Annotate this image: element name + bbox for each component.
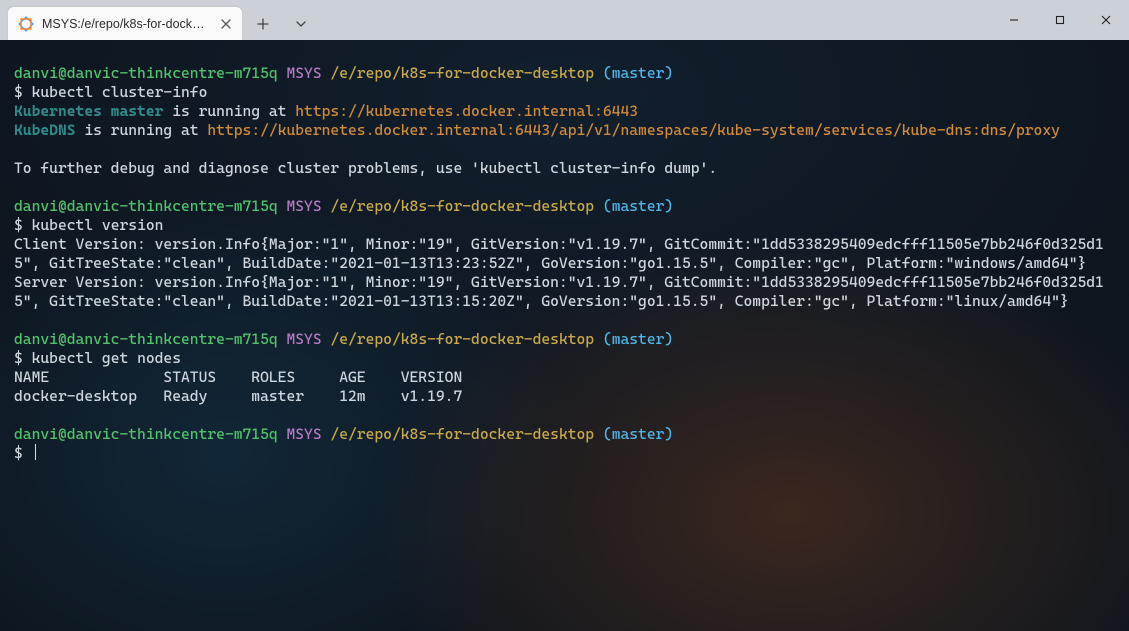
svc1-mid: is running at	[163, 102, 295, 120]
prompt-branch: (master)	[603, 64, 673, 82]
prompt-env: MSYS	[286, 425, 321, 443]
svc1-url: https://kubernetes.docker.internal:6443	[295, 102, 638, 120]
terminal-output: danvi@danvic-thinkcentre-m715q MSYS /e/r…	[0, 40, 1129, 477]
prompt-user: danvi@danvic-thinkcentre-m715q	[14, 197, 278, 215]
prompt-cwd: /e/repo/k8s-for-docker-desktop	[330, 64, 594, 82]
svc2-url: https://kubernetes.docker.internal:6443/…	[207, 121, 1060, 139]
command-1: kubectl cluster-info	[32, 83, 208, 101]
titlebar: MSYS:/e/repo/k8s-for-docker-d	[0, 0, 1129, 40]
tab-close-button[interactable]	[218, 16, 234, 32]
prompt-branch: (master)	[603, 425, 673, 443]
new-tab-button[interactable]	[246, 7, 280, 40]
command-3: kubectl get nodes	[32, 349, 181, 367]
terminal-app-icon	[18, 16, 34, 32]
version-client: Client Version: version.Info{Major:"1", …	[14, 235, 1104, 272]
prompt-cwd: /e/repo/k8s-for-docker-desktop	[330, 197, 594, 215]
svc-kubernetes-master: Kubernetes master	[14, 102, 163, 120]
minimize-button[interactable]	[991, 0, 1037, 40]
tab-bar: MSYS:/e/repo/k8s-for-docker-d	[0, 0, 318, 40]
tab-title: MSYS:/e/repo/k8s-for-docker-d	[42, 17, 210, 31]
tab-active[interactable]: MSYS:/e/repo/k8s-for-docker-d	[8, 7, 242, 40]
prompt-sigil: $	[14, 83, 23, 101]
nodes-header: NAME STATUS ROLES AGE VERSION	[14, 368, 462, 386]
maximize-button[interactable]	[1037, 0, 1083, 40]
prompt-user: danvi@danvic-thinkcentre-m715q	[14, 330, 278, 348]
terminal-pane[interactable]: danvi@danvic-thinkcentre-m715q MSYS /e/r…	[0, 40, 1129, 631]
close-window-button[interactable]	[1083, 0, 1129, 40]
prompt-user: danvi@danvic-thinkcentre-m715q	[14, 425, 278, 443]
prompt-cwd: /e/repo/k8s-for-docker-desktop	[330, 330, 594, 348]
tab-dropdown-button[interactable]	[284, 7, 318, 40]
svc2-mid: is running at	[76, 121, 208, 139]
version-server: Server Version: version.Info{Major:"1", …	[14, 273, 1104, 310]
prompt-user: danvi@danvic-thinkcentre-m715q	[14, 64, 278, 82]
svc-kubedns: KubeDNS	[14, 121, 76, 139]
nodes-row: docker-desktop Ready master 12m v1.19.7	[14, 387, 462, 405]
prompt-env: MSYS	[286, 64, 321, 82]
window-controls	[991, 0, 1129, 40]
prompt-env: MSYS	[286, 330, 321, 348]
hint-line: To further debug and diagnose cluster pr…	[14, 159, 717, 177]
prompt-sigil: $	[14, 216, 23, 234]
cursor-icon	[35, 444, 36, 460]
prompt-branch: (master)	[603, 330, 673, 348]
prompt-sigil: $	[14, 349, 23, 367]
command-2: kubectl version	[32, 216, 164, 234]
prompt-env: MSYS	[286, 197, 321, 215]
prompt-sigil: $	[14, 444, 23, 462]
prompt-cwd: /e/repo/k8s-for-docker-desktop	[330, 425, 594, 443]
prompt-branch: (master)	[603, 197, 673, 215]
